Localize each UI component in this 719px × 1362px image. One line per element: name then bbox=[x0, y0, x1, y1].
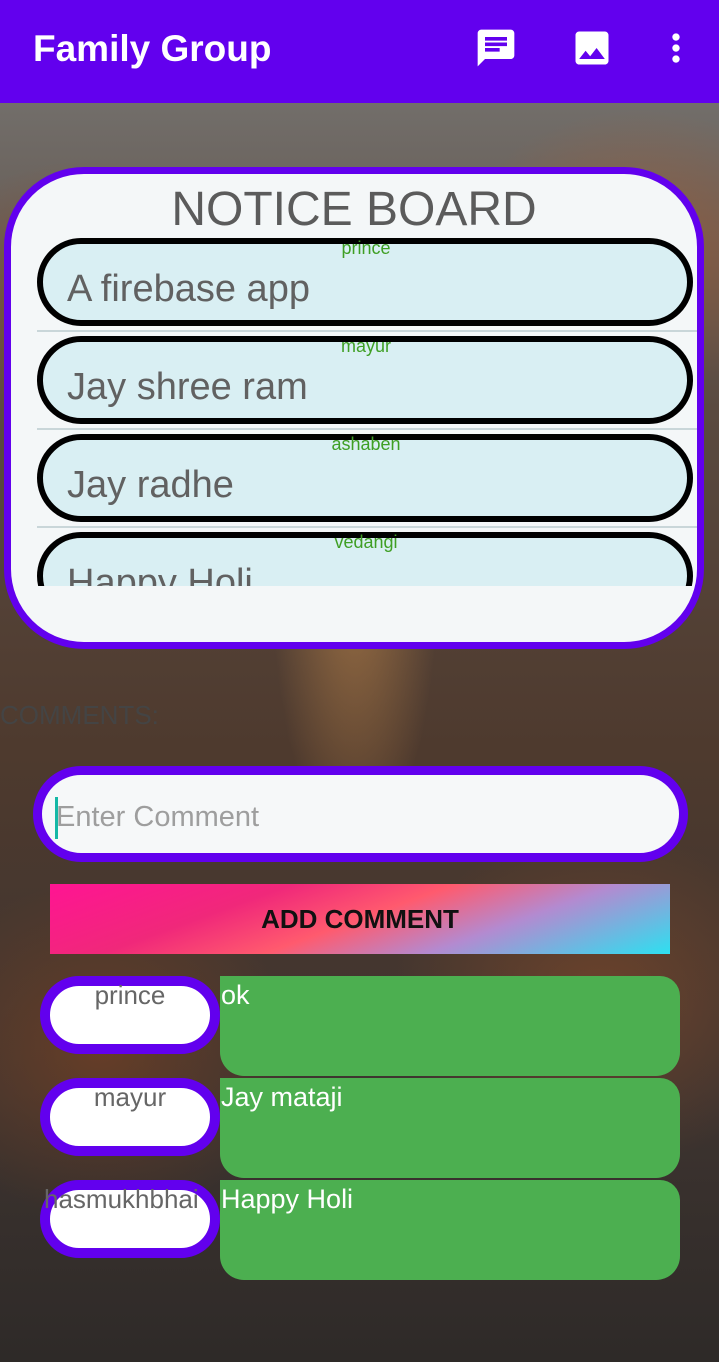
add-comment-button[interactable]: ADD COMMENT bbox=[50, 884, 670, 954]
notice-author: vedangi bbox=[334, 532, 398, 552]
notice-item[interactable]: ashaben Jay radhe bbox=[35, 430, 697, 528]
notice-item[interactable]: prince A firebase app bbox=[35, 234, 697, 332]
comment-row: hasmukhbhai Happy Holi bbox=[40, 1180, 680, 1282]
app-bar: Family Group bbox=[0, 0, 719, 103]
comment-user: prince bbox=[94, 980, 166, 1010]
notice-item[interactable]: vedangi Happy Holi bbox=[35, 528, 697, 586]
notice-author: mayur bbox=[340, 336, 391, 356]
notice-board-title: NOTICE BOARD bbox=[171, 183, 537, 236]
message-icon[interactable] bbox=[472, 24, 520, 72]
comment-user: hasmukhbhai bbox=[44, 1184, 199, 1214]
comment-input-container bbox=[33, 766, 688, 862]
image-icon[interactable] bbox=[568, 24, 616, 72]
comment-bubble bbox=[220, 976, 680, 1076]
comment-message: ok bbox=[221, 980, 250, 1010]
notice-text: Happy Holi bbox=[67, 562, 253, 586]
comment-row: prince ok bbox=[40, 976, 680, 1078]
comment-input[interactable] bbox=[56, 797, 656, 837]
app-title: Family Group bbox=[33, 28, 272, 69]
notice-text: Jay radhe bbox=[67, 464, 234, 506]
notice-list[interactable]: prince A firebase app mayur Jay shree ra… bbox=[35, 234, 697, 586]
notice-text: Jay shree ram bbox=[67, 366, 308, 408]
notice-author: ashaben bbox=[331, 434, 401, 454]
comment-row: mayur Jay mataji bbox=[40, 1078, 680, 1180]
comments-label: COMMENTS: bbox=[0, 700, 159, 730]
notice-board: NOTICE BOARD prince A firebase app mayur… bbox=[4, 167, 704, 649]
comment-user: mayur bbox=[93, 1082, 167, 1112]
more-vert-icon[interactable] bbox=[652, 24, 700, 72]
comment-message: Happy Holi bbox=[221, 1184, 354, 1214]
notice-item[interactable]: mayur Jay shree ram bbox=[35, 332, 697, 430]
notice-author: prince bbox=[341, 238, 391, 258]
comment-message: Jay mataji bbox=[221, 1082, 343, 1112]
notice-text: A firebase app bbox=[67, 268, 310, 310]
